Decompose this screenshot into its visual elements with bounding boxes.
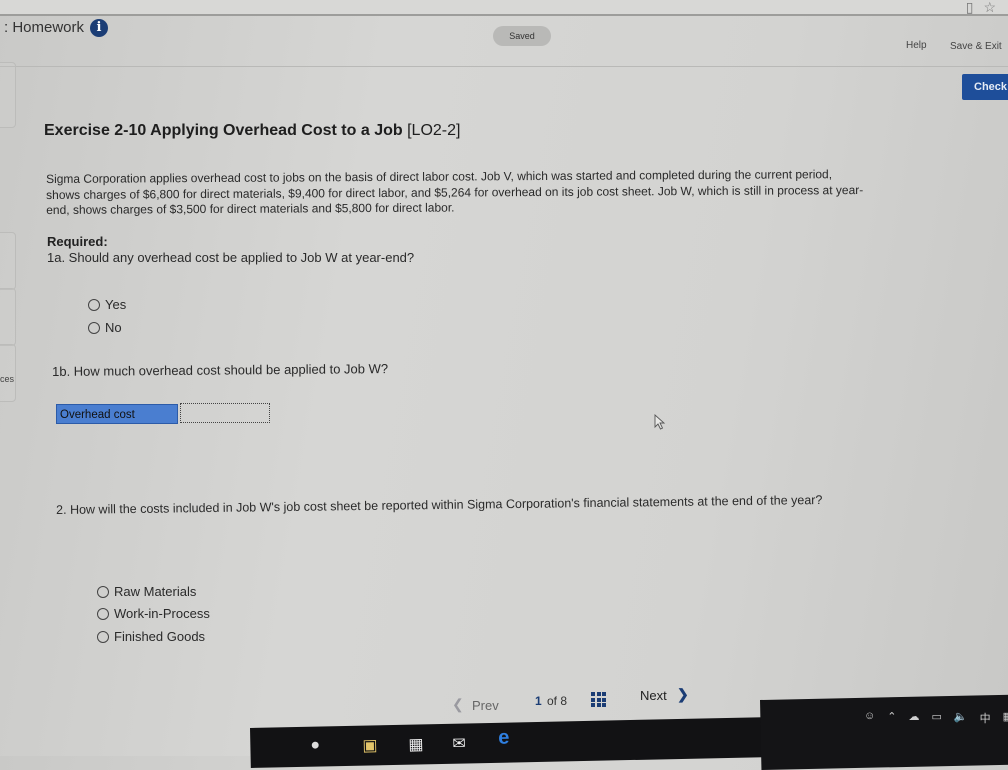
- overhead-cost-input[interactable]: [180, 403, 270, 423]
- radio-label: Raw Materials: [114, 584, 197, 599]
- exercise-title-text: Exercise 2-10 Applying Overhead Cost to …: [44, 122, 403, 139]
- sidebar-tab-references[interactable]: [0, 344, 16, 402]
- input-mode-icon[interactable]: ▦: [1003, 710, 1008, 726]
- people-icon[interactable]: ☺: [864, 710, 875, 726]
- info-icon[interactable]: i: [90, 19, 108, 37]
- chevron-right-icon[interactable]: ❯: [677, 686, 689, 703]
- show-hidden-icons-chevron-icon[interactable]: ⌃: [887, 710, 896, 726]
- radio-button[interactable]: [97, 585, 109, 598]
- question-2: 2. How will the costs included in Job W'…: [56, 492, 823, 517]
- radio-option-work-in-process[interactable]: Work-in-Process: [97, 606, 210, 621]
- cortana-icon[interactable]: ●: [310, 737, 320, 755]
- radio-label: Finished Goods: [114, 629, 206, 644]
- network-icon[interactable]: ▭: [931, 710, 941, 726]
- radio-label: Work-in-Process: [114, 606, 210, 621]
- learning-objective: [LO2-2]: [407, 122, 461, 139]
- exercise-description: Sigma Corporation applies overhead cost …: [46, 167, 864, 217]
- current-page-number: 1: [535, 694, 542, 708]
- radio-option-yes[interactable]: Yes: [88, 297, 126, 312]
- mail-icon[interactable]: ✉: [452, 733, 466, 753]
- sidebar-tab[interactable]: [0, 232, 16, 290]
- sidebar-tab[interactable]: [0, 288, 16, 346]
- edge-browser-icon[interactable]: e: [498, 727, 510, 750]
- next-button[interactable]: Next: [640, 688, 667, 703]
- sidebar-tab[interactable]: [0, 62, 16, 128]
- assignment-title: : Homework: [4, 19, 85, 36]
- prev-button[interactable]: Prev: [472, 698, 499, 713]
- file-explorer-icon[interactable]: ▣: [362, 735, 378, 755]
- radio-option-raw-materials[interactable]: Raw Materials: [97, 584, 196, 599]
- store-icon[interactable]: ▦: [408, 734, 424, 754]
- radio-button[interactable]: [97, 607, 109, 620]
- system-tray: ☺ ⌃ ☁ ▭ 🔈 中 ▦: [864, 710, 1008, 726]
- radio-option-no[interactable]: No: [88, 320, 122, 335]
- assignment-header: : Homework i Saved Help Save & Exit: [0, 16, 1008, 67]
- page-total: of 8: [547, 694, 568, 708]
- sidebar-tab-label: ces: [0, 374, 15, 384]
- chevron-left-icon[interactable]: ❮: [452, 696, 464, 713]
- check-my-work-button[interactable]: Check: [962, 74, 1008, 100]
- reader-view-icon[interactable]: ▯: [966, 0, 974, 16]
- saved-status-badge: Saved: [493, 26, 551, 46]
- browser-toolbar-edge: ▯ ☆: [0, 0, 1008, 16]
- save-exit-link[interactable]: Save & Exit: [950, 41, 1002, 52]
- radio-button[interactable]: [88, 298, 100, 311]
- ime-chinese-icon[interactable]: 中: [980, 710, 991, 726]
- bookmark-star-icon[interactable]: ☆: [983, 0, 996, 16]
- volume-icon[interactable]: 🔈: [954, 710, 968, 726]
- question-1b: 1b. How much overhead cost should be app…: [52, 361, 389, 379]
- help-link[interactable]: Help: [906, 40, 927, 51]
- radio-button[interactable]: [88, 321, 100, 334]
- required-label: Required:: [47, 234, 108, 249]
- radio-label: Yes: [105, 297, 127, 312]
- question-pagination: ❮ Prev 1 of 8 Next ❯: [450, 686, 710, 716]
- radio-option-finished-goods[interactable]: Finished Goods: [97, 629, 205, 644]
- radio-button[interactable]: [97, 630, 109, 643]
- system-tray-area: [760, 694, 1008, 770]
- question-1a: 1a. Should any overhead cost be applied …: [47, 250, 415, 265]
- onedrive-icon[interactable]: ☁: [908, 710, 919, 726]
- mouse-pointer-icon: [654, 414, 666, 430]
- overhead-cost-label: Overhead cost: [56, 404, 178, 424]
- radio-label: No: [105, 320, 122, 335]
- question-grid-icon[interactable]: [591, 692, 606, 707]
- exercise-title: Exercise 2-10 Applying Overhead Cost to …: [44, 122, 460, 140]
